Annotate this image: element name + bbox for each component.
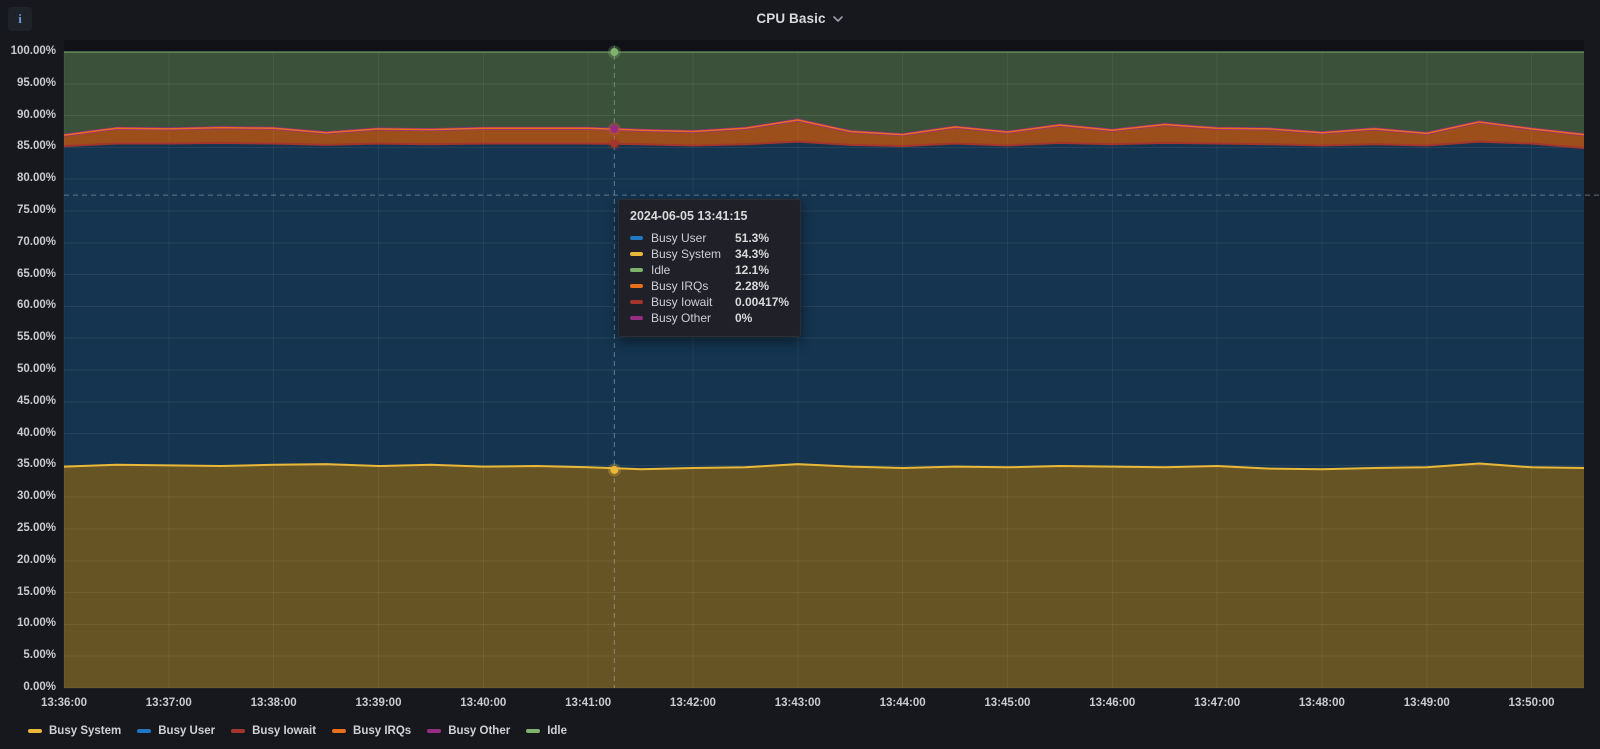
x-tick-label: 13:42:00 bbox=[669, 697, 716, 709]
legend-label: Busy Iowait bbox=[252, 725, 317, 737]
area-busy-user bbox=[64, 141, 1584, 470]
x-tick-label: 13:50:00 bbox=[1508, 697, 1555, 709]
legend-label: Busy IRQs bbox=[353, 725, 412, 737]
tooltip-series-value: 0.00417% bbox=[735, 295, 790, 309]
legend-swatch-icon bbox=[28, 729, 42, 733]
x-tick-label: 13:39:00 bbox=[355, 697, 402, 709]
tooltip-rows: Busy User 51.3% Busy System 34.3% Idle 12.1% B… bbox=[630, 230, 789, 326]
series-swatch-icon bbox=[630, 316, 643, 320]
cpu-usage-chart[interactable] bbox=[0, 0, 1600, 749]
x-tick-label: 13:43:00 bbox=[774, 697, 821, 709]
x-tick-label: 13:36:00 bbox=[40, 697, 88, 709]
legend-swatch-icon bbox=[137, 729, 152, 733]
series-swatch-icon bbox=[630, 268, 643, 272]
tooltip-series-value: 34.3% bbox=[735, 247, 770, 261]
tooltip-row: Busy IRQs 2.28% bbox=[630, 278, 789, 294]
y-tick-label: 0.00% bbox=[23, 681, 56, 693]
x-tick-label: 13:37:00 bbox=[145, 697, 192, 709]
legend-item-busy-user[interactable]: Busy User bbox=[137, 725, 215, 737]
grafana-cpu-panel: i CPU Basic 0.00% 5.00% 10.00% 15.00% 20.00%… bbox=[0, 0, 1600, 749]
y-tick-label: 80.00% bbox=[16, 172, 56, 185]
y-tick-label: 65.00% bbox=[16, 267, 56, 280]
y-tick-label: 60.00% bbox=[16, 299, 56, 312]
legend-swatch-icon bbox=[332, 729, 347, 733]
legend-label: Idle bbox=[547, 725, 568, 737]
tooltip-series-value: 2.28% bbox=[735, 279, 770, 293]
x-tick-label: 13:40:00 bbox=[460, 697, 507, 709]
x-tick-label: 13:49:00 bbox=[1403, 697, 1450, 709]
crosshair-marker-dot bbox=[610, 139, 619, 148]
tooltip-row: Idle 12.1% bbox=[630, 262, 789, 278]
x-tick-label: 13:45:00 bbox=[984, 697, 1031, 709]
y-tick-label: 15.00% bbox=[16, 585, 56, 598]
legend-item-idle[interactable]: Idle bbox=[526, 725, 567, 737]
y-tick-label: 20.00% bbox=[16, 553, 56, 566]
x-tick-label: 13:38:00 bbox=[250, 697, 297, 709]
y-tick-label: 30.00% bbox=[16, 490, 56, 503]
tooltip-row: Busy System 34.3% bbox=[630, 246, 789, 262]
legend-label: Busy Other bbox=[448, 725, 511, 737]
legend-swatch-icon bbox=[526, 729, 541, 733]
y-tick-label: 25.00% bbox=[16, 522, 56, 534]
tooltip-series-name: Busy Other bbox=[651, 311, 712, 325]
legend-item-busy-iowait[interactable]: Busy Iowait bbox=[231, 725, 316, 737]
legend: Busy System Busy User Busy Iowait Busy IRQs… bbox=[28, 725, 567, 737]
legend-swatch-icon bbox=[231, 729, 246, 733]
crosshair-marker-dot bbox=[610, 465, 619, 474]
tooltip: 2024-06-05 13:41:15 Busy User 51.3% Busy S… bbox=[618, 199, 802, 337]
tooltip-timestamp: 2024-06-05 13:41:15 bbox=[630, 209, 748, 223]
y-tick-label: 85.00% bbox=[16, 140, 56, 153]
legend-label: Busy User bbox=[158, 725, 216, 737]
x-tick-label: 13:46:00 bbox=[1089, 697, 1136, 709]
gridlines bbox=[63, 51, 1584, 689]
y-tick-label: 50.00% bbox=[16, 363, 56, 375]
tooltip-series-name: Idle bbox=[651, 263, 671, 277]
x-tick-label: 13:41:00 bbox=[565, 697, 612, 709]
series-swatch-icon bbox=[630, 284, 643, 288]
y-tick-label: 45.00% bbox=[16, 394, 56, 407]
area-idle bbox=[64, 51, 1584, 136]
series-swatch-icon bbox=[630, 252, 643, 256]
series-swatch-icon bbox=[630, 300, 643, 304]
crosshair-marker-dot bbox=[610, 124, 619, 133]
y-tick-label: 95.00% bbox=[16, 76, 56, 89]
legend-swatch-icon bbox=[427, 729, 442, 733]
tooltip-series-name: Busy System bbox=[651, 247, 722, 261]
y-tick-label: 75.00% bbox=[16, 204, 56, 216]
y-tick-label: 55.00% bbox=[16, 331, 56, 344]
y-tick-label: 70.00% bbox=[16, 235, 56, 248]
y-tick-label: 35.00% bbox=[16, 458, 56, 471]
tooltip-series-name: Busy Iowait bbox=[651, 295, 713, 309]
x-tick-label: 13:47:00 bbox=[1194, 697, 1241, 709]
y-tick-label: 10.00% bbox=[16, 617, 56, 630]
series-swatch-icon bbox=[630, 236, 643, 240]
y-tick-label: 90.00% bbox=[16, 108, 56, 121]
legend-item-busy-irqs[interactable]: Busy IRQs bbox=[332, 725, 411, 737]
tooltip-row: Busy Iowait 0.00417% bbox=[630, 294, 789, 310]
legend-item-busy-other[interactable]: Busy Other bbox=[427, 725, 510, 737]
tooltip-series-value: 51.3% bbox=[735, 231, 770, 245]
x-tick-label: 13:44:00 bbox=[879, 697, 926, 709]
y-tick-label: 5.00% bbox=[23, 649, 56, 662]
tooltip-series-name: Busy IRQs bbox=[651, 279, 709, 293]
tooltip-series-value: 0% bbox=[735, 311, 753, 325]
y-tick-label: 100.00% bbox=[10, 45, 56, 57]
legend-label: Busy System bbox=[49, 725, 122, 737]
y-tick-label: 40.00% bbox=[16, 426, 56, 439]
tooltip-row: Busy User 51.3% bbox=[630, 230, 789, 246]
tooltip-series-name: Busy User bbox=[651, 231, 707, 245]
crosshair-marker-dot bbox=[610, 48, 619, 56]
x-tick-label: 13:48:00 bbox=[1298, 697, 1345, 709]
legend-item-busy-system[interactable]: Busy System bbox=[28, 725, 121, 737]
tooltip-row: Busy Other 0% bbox=[630, 310, 789, 326]
tooltip-series-value: 12.1% bbox=[735, 263, 770, 277]
